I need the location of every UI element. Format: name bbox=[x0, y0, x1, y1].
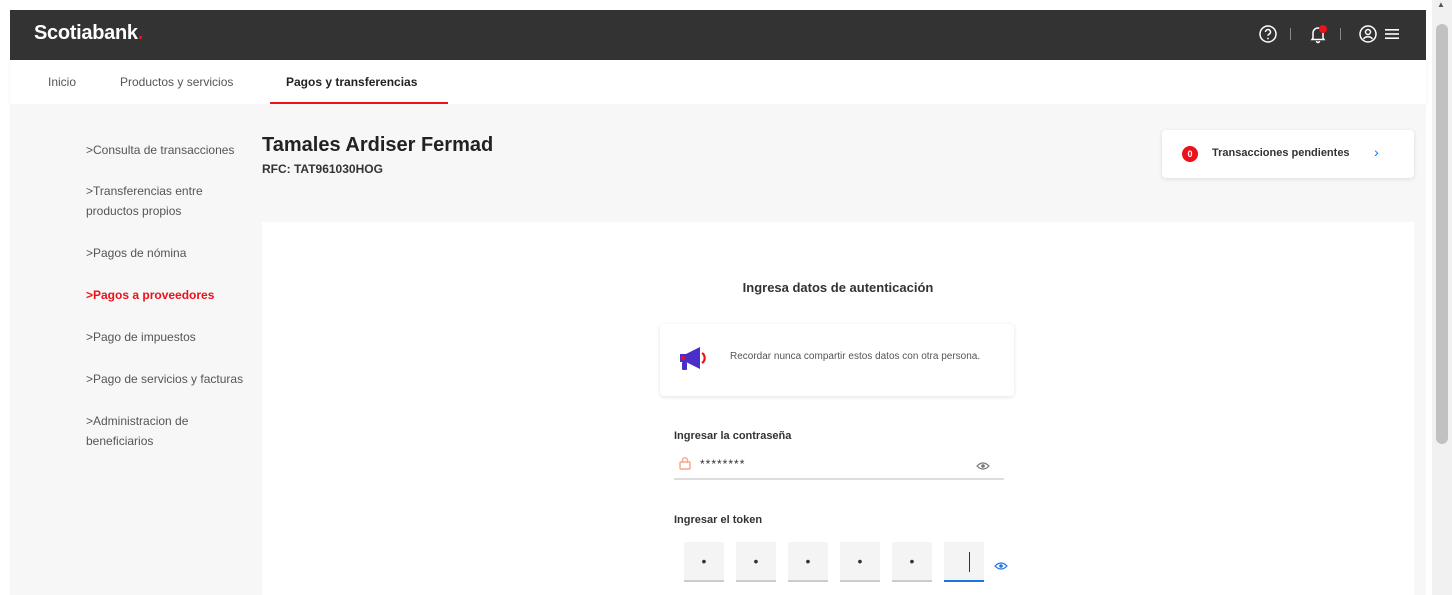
separator bbox=[1340, 28, 1341, 40]
sidebar-item-nomina[interactable]: >Pagos de nómina bbox=[86, 243, 276, 263]
eye-icon[interactable] bbox=[994, 558, 1008, 576]
content-area: >Consulta de transacciones >Transferenci… bbox=[10, 104, 1426, 595]
eye-icon[interactable] bbox=[976, 458, 990, 476]
scotiabank-logo[interactable]: Scotiabank. bbox=[34, 22, 143, 45]
customer-rfc: RFC: TAT961030HOG bbox=[262, 162, 383, 176]
sidebar-item-servicios[interactable]: >Pago de servicios y facturas bbox=[86, 369, 276, 389]
tab-pagos-y-transferencias[interactable]: Pagos y transferencias bbox=[286, 60, 417, 104]
tab-inicio[interactable]: Inicio bbox=[48, 60, 76, 104]
pending-transactions-label: Transacciones pendientes bbox=[1212, 147, 1350, 159]
auth-card: Ingresa datos de autenticación Recordar … bbox=[262, 222, 1414, 595]
pending-transactions-card[interactable]: 0 Transacciones pendientes › bbox=[1162, 130, 1414, 178]
token-digit-2[interactable]: • bbox=[736, 542, 776, 582]
token-digit-6[interactable] bbox=[944, 542, 984, 582]
separator bbox=[1290, 28, 1291, 40]
password-input[interactable] bbox=[700, 454, 960, 474]
scrollbar-thumb[interactable] bbox=[1436, 24, 1448, 444]
notification-dot bbox=[1319, 25, 1327, 33]
lock-icon bbox=[678, 456, 692, 475]
token-digit-3[interactable]: • bbox=[788, 542, 828, 582]
sidebar-item-consulta[interactable]: >Consulta de transacciones bbox=[86, 140, 276, 160]
scroll-up-arrow-icon[interactable]: ▲ bbox=[1437, 0, 1445, 9]
top-bar: Scotiabank. bbox=[10, 10, 1426, 60]
pending-count-badge: 0 bbox=[1182, 146, 1198, 162]
text-caret bbox=[969, 552, 970, 572]
bell-icon[interactable] bbox=[1306, 22, 1330, 46]
page-scrollbar[interactable]: ▲ bbox=[1432, 0, 1452, 595]
token-digit-1[interactable]: • bbox=[684, 542, 724, 582]
password-field bbox=[674, 448, 1004, 480]
auth-title: Ingresa datos de autenticación bbox=[742, 280, 934, 295]
password-label: Ingresar la contraseña bbox=[674, 430, 792, 442]
sidebar-item-proveedores[interactable]: >Pagos a proveedores bbox=[86, 285, 276, 305]
menu-icon[interactable] bbox=[1380, 22, 1404, 46]
tab-productos-y-servicios[interactable]: Productos y servicios bbox=[120, 60, 233, 104]
main-nav: Inicio Productos y servicios Pagos y tra… bbox=[10, 60, 1426, 104]
token-digit-5[interactable]: • bbox=[892, 542, 932, 582]
chevron-right-icon: › bbox=[1374, 144, 1379, 160]
security-notice-text: Recordar nunca compartir estos datos con… bbox=[730, 351, 981, 362]
user-circle-icon[interactable] bbox=[1356, 22, 1380, 46]
megaphone-icon bbox=[676, 344, 708, 379]
sidebar-item-beneficiarios[interactable]: >Administracion de beneficiarios bbox=[86, 411, 226, 451]
security-notice: Recordar nunca compartir estos datos con… bbox=[660, 324, 1014, 396]
help-circle-icon[interactable] bbox=[1256, 22, 1280, 46]
token-digit-4[interactable]: • bbox=[840, 542, 880, 582]
sidebar-item-impuestos[interactable]: >Pago de impuestos bbox=[86, 327, 276, 347]
sidebar-item-transferencias[interactable]: >Transferencias entre productos propios bbox=[86, 181, 236, 221]
token-label: Ingresar el token bbox=[674, 514, 763, 526]
customer-name: Tamales Ardiser Fermad bbox=[262, 134, 494, 156]
